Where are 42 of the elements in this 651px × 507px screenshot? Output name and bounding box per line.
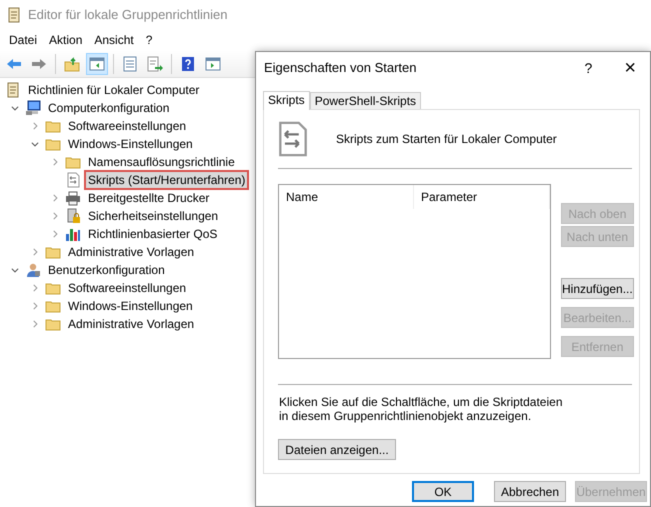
menu-item[interactable]: ?	[140, 31, 158, 49]
column-header[interactable]: Parameter	[414, 185, 550, 209]
bar-chart-icon	[65, 226, 81, 242]
tree-item[interactable]: Namensauflösungsrichtlinie	[84, 152, 239, 172]
tree-item[interactable]: Windows-Einstellungen	[64, 134, 197, 154]
scroll-icon	[6, 7, 22, 23]
tab[interactable]: PowerShell-Skripts	[310, 92, 422, 109]
tree-item[interactable]: Administrative Vorlagen	[64, 314, 198, 334]
printer-icon	[65, 190, 81, 206]
script-list[interactable]: Name Parameter	[278, 184, 551, 359]
tree-item[interactable]: Skripts (Start/Herunterfahren)	[84, 170, 250, 190]
side-button[interactable]: Hinzufügen...	[561, 278, 634, 299]
show-files-button[interactable]: Dateien anzeigen...	[278, 439, 396, 460]
tab[interactable]: Skripts	[263, 91, 310, 110]
tree-item[interactable]: Windows-Einstellungen	[64, 296, 197, 316]
window-title: Editor für lokale Gruppenrichtlinien	[28, 6, 228, 24]
dialog-button[interactable]: OK	[412, 481, 474, 502]
info-text: Klicken Sie auf die Schaltfläche, um die Skriptdateien in diesem Gruppenrichtlinienobjekt anzuzeigen.	[278, 395, 564, 423]
menu-item[interactable]: Datei	[3, 31, 44, 49]
dialog-button[interactable]: Abbrechen	[494, 481, 566, 502]
computer-icon	[25, 100, 41, 116]
menu-item[interactable]: Aktion	[43, 31, 88, 49]
tree-item[interactable]: Computerkonfiguration	[44, 98, 174, 118]
tree-item[interactable]: Richtlinien für Lokaler Computer	[24, 80, 204, 100]
tree-item[interactable]: Softwareeinstellungen	[64, 278, 190, 298]
server-lock-icon	[65, 208, 81, 224]
close-button[interactable]: ×	[624, 58, 636, 78]
tree-item[interactable]: Bereitgestellte Drucker	[84, 188, 214, 208]
menu-item[interactable]: Ansicht	[88, 31, 140, 49]
script-icon	[65, 172, 81, 188]
user-icon	[25, 262, 41, 278]
tree-item[interactable]: Sicherheitseinstellungen	[84, 206, 222, 226]
tree-item[interactable]: Richtlinienbasierter QoS	[84, 224, 222, 244]
help-button[interactable]: ?	[584, 61, 592, 75]
tree-item[interactable]: Benutzerkonfiguration	[44, 260, 169, 280]
column-header[interactable]: Name	[279, 185, 414, 209]
tree-item[interactable]: Softwareeinstellungen	[64, 116, 190, 136]
scroll-icon	[5, 82, 21, 98]
script-icon	[278, 120, 308, 158]
heading-text: Skripts zum Starten für Lokaler Computer	[336, 131, 557, 148]
tree-item[interactable]: Administrative Vorlagen	[64, 242, 198, 262]
dialog-title: Eigenschaften von Starten	[264, 59, 416, 78]
